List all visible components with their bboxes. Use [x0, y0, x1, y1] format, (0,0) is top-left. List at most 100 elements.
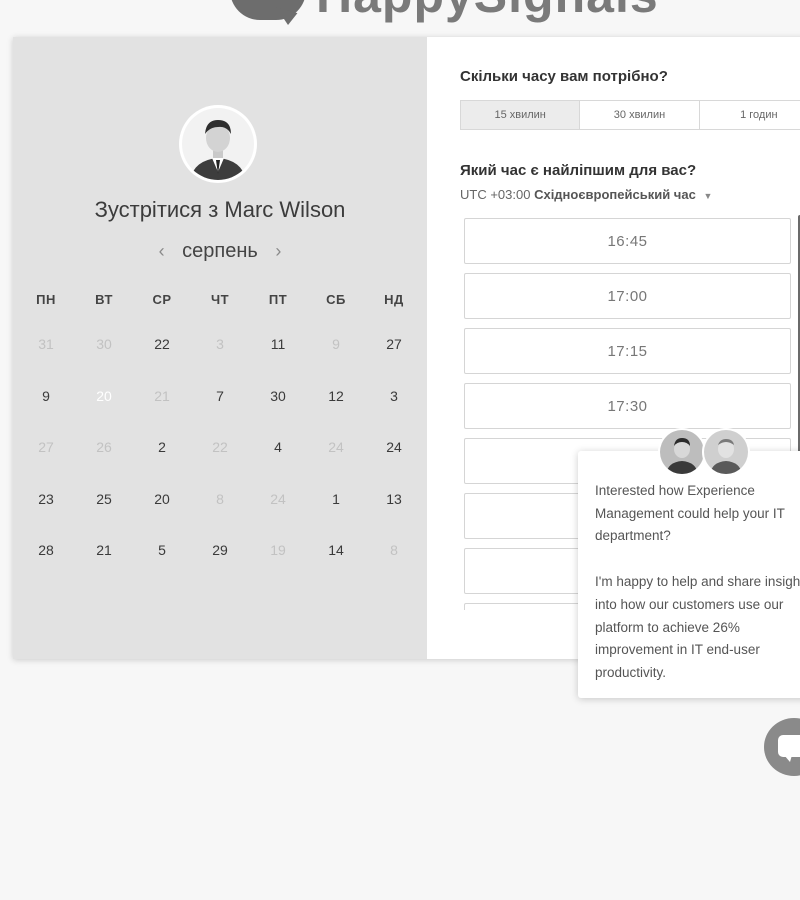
timezone-name: Східноєвропейський час	[534, 187, 696, 202]
calendar-day-number: 31	[38, 336, 54, 352]
calendar-day[interactable]: 4	[249, 431, 307, 463]
person-icon	[704, 430, 748, 474]
calendar-day-number: 28	[38, 542, 54, 558]
calendar-day-number: 13	[386, 490, 402, 507]
time-slot-button[interactable]: 17:30	[464, 383, 791, 429]
happysignals-logo: HappySignals	[230, 0, 658, 23]
calendar-day[interactable]: 20	[133, 483, 191, 515]
calendar-day-number: 24	[328, 439, 344, 455]
calendar-day-number: 24	[386, 439, 402, 455]
calendar-day[interactable]: 1	[307, 483, 365, 515]
calendar-day-number: 22	[154, 336, 170, 352]
calendar-day[interactable]: 21	[75, 534, 133, 566]
weekday-label: ПТ	[268, 292, 288, 307]
timezone-offset: UTC +03:00	[460, 187, 531, 202]
weekday-label: СР	[152, 292, 172, 307]
calendar-day-number: 12	[328, 387, 344, 404]
time-question: Який час є найліпшим для вас?	[460, 162, 697, 179]
calendar-day[interactable]: 2	[133, 431, 191, 463]
calendar-day[interactable]: 22	[133, 328, 191, 360]
calendar-day[interactable]: 13	[365, 483, 423, 515]
calendar-day-number: 8	[390, 542, 398, 558]
calendar-day[interactable]: 25	[75, 483, 133, 515]
chat-bubble-icon	[778, 735, 800, 762]
calendar-day-number: 7	[216, 387, 224, 404]
calendar-day-number: 20	[96, 387, 112, 404]
calendar-day: 8	[365, 534, 423, 566]
calendar-day[interactable]: 12	[307, 380, 365, 412]
weekday-label: НД	[384, 292, 404, 307]
calendar-day-number: 14	[328, 542, 344, 558]
chat-popup[interactable]: Interested how Experience Management cou…	[578, 451, 800, 698]
chevron-left-icon[interactable]: ‹	[159, 241, 165, 262]
calendar-day-number: 8	[216, 490, 224, 507]
person-icon	[182, 108, 254, 180]
duration-option[interactable]: 15 хвилин	[461, 101, 581, 129]
calendar-day-number: 4	[274, 439, 282, 455]
calendar-day-number: 21	[96, 542, 112, 558]
caret-down-icon: ▼	[703, 191, 713, 201]
person-icon	[660, 430, 704, 474]
weekday-label: ВТ	[95, 292, 113, 307]
calendar-day[interactable]: 5	[133, 534, 191, 566]
calendar-day[interactable]: 24	[365, 431, 423, 463]
month-navigation: ‹ серпень ›	[13, 240, 427, 263]
calendar-day-number: 9	[42, 387, 50, 404]
calendar-day-number: 9	[332, 336, 340, 352]
calendar-day: 26	[75, 431, 133, 463]
calendar-day[interactable]: 27	[365, 328, 423, 360]
calendar-day-number: 27	[386, 336, 402, 352]
month-label: серпень	[182, 240, 258, 262]
calendar-day[interactable]: 28	[17, 534, 75, 566]
calendar-day[interactable]: 11	[249, 328, 307, 360]
calendar-day-selected[interactable]: 20	[75, 369, 133, 422]
calendar-day[interactable]: 3	[365, 380, 423, 412]
calendar-day-number: 3	[390, 387, 398, 404]
calendar-day-number: 26	[96, 439, 112, 455]
duration-option[interactable]: 1 годин	[700, 101, 800, 129]
logo-text: HappySignals	[316, 0, 659, 24]
chat-agent-avatars	[658, 428, 750, 476]
calendar-day[interactable]: 7	[191, 380, 249, 412]
calendar-day-number: 11	[270, 336, 286, 352]
calendar-day: 30	[75, 328, 133, 360]
chat-message: Interested how Experience Management cou…	[595, 480, 800, 708]
duration-option[interactable]: 30 хвилин	[580, 101, 700, 129]
host-avatar	[179, 105, 257, 183]
time-slot-button[interactable]: 17:15	[464, 328, 791, 374]
calendar-day: 9	[307, 328, 365, 360]
calendar-day[interactable]: 29	[191, 534, 249, 566]
calendar-day[interactable]: 30	[249, 380, 307, 412]
meet-heading: Зустрітися з Marc Wilson	[94, 197, 346, 222]
calendar-day-number: 30	[96, 336, 112, 352]
calendar-panel: Зустрітися з Marc Wilson ‹ серпень › ПН В…	[13, 37, 427, 659]
time-slot-button[interactable]: 17:00	[464, 273, 791, 319]
calendar-day-number: 2	[158, 439, 166, 455]
calendar-day-number: 19	[270, 542, 286, 558]
calendar-day-number: 24	[270, 490, 286, 507]
calendar-day: 24	[307, 431, 365, 463]
calendar-day[interactable]: 23	[17, 483, 75, 515]
calendar-day: 3	[191, 328, 249, 360]
agent-avatar	[658, 428, 706, 476]
logo-bubble-icon	[230, 0, 306, 20]
weekday-label: СБ	[326, 292, 346, 307]
agent-avatar	[702, 428, 750, 476]
weekday-label: ЧТ	[210, 292, 230, 307]
chevron-right-icon[interactable]: ›	[275, 241, 281, 262]
calendar-day-number: 23	[38, 490, 54, 507]
calendar-day[interactable]: 14	[307, 534, 365, 566]
calendar-day: 21	[133, 380, 191, 412]
weekday-label: ПН	[36, 292, 56, 307]
timezone-selector[interactable]: UTC +03:00 Східноєвропейський час ▼	[460, 187, 712, 202]
time-slot-button[interactable]: 16:45	[464, 218, 791, 264]
calendar-day[interactable]: 9	[17, 380, 75, 412]
calendar-day: 8	[191, 483, 249, 515]
calendar-day: 24	[249, 483, 307, 515]
chat-launcher-button[interactable]	[764, 718, 800, 776]
calendar-day-number: 30	[270, 387, 286, 404]
duration-selector: 15 хвилин 30 хвилин 1 годин	[460, 100, 800, 130]
calendar-day: 19	[249, 534, 307, 566]
calendar-day-number: 25	[96, 490, 112, 507]
calendar-day-number: 27	[38, 439, 54, 455]
